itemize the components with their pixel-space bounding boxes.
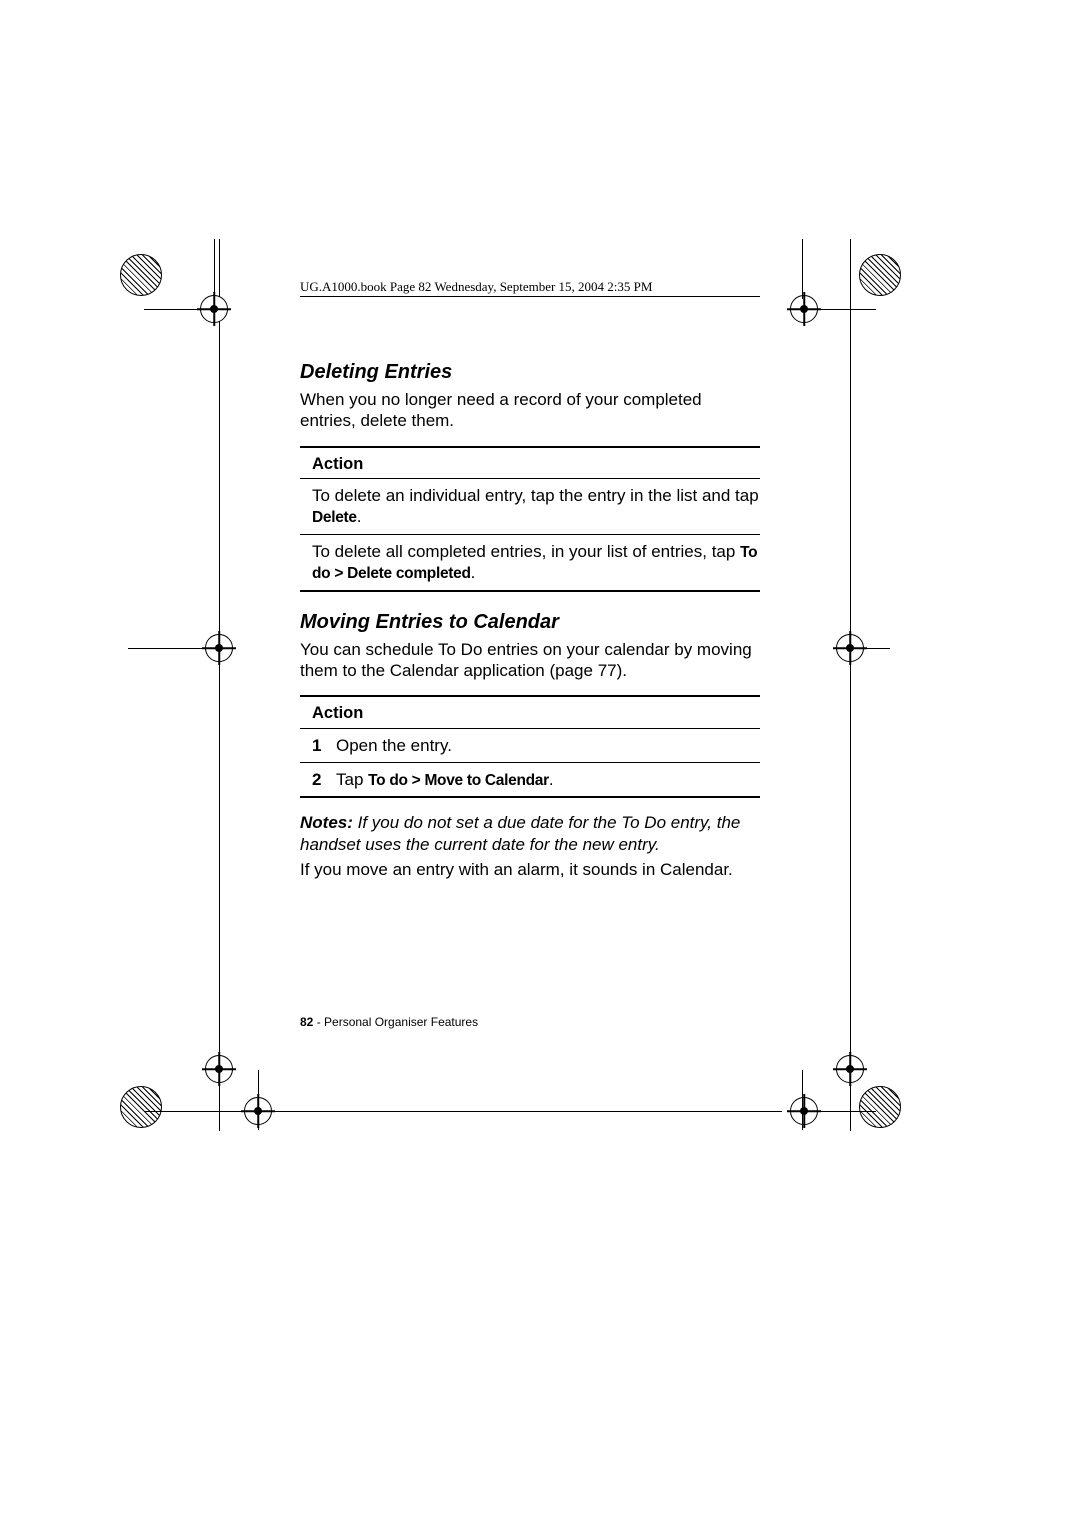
ui-move-to-calendar: Move to Calendar [424, 772, 548, 789]
action-table-2: Action 1Open the entry. 2Tap To do > Mov… [300, 695, 760, 798]
action-row-1b-text: To delete all completed entries, in your… [312, 542, 740, 561]
notes-label: Notes: [300, 813, 358, 832]
action-row-1b: To delete all completed entries, in your… [300, 534, 760, 592]
footer-sep: - [313, 1015, 324, 1029]
notes-body: If you do not set a due date for the To … [300, 813, 740, 853]
section2-intro: You can schedule To Do entries on your c… [300, 639, 760, 682]
section-title-moving: Moving Entries to Calendar [300, 610, 760, 635]
action-step-2: 2Tap To do > Move to Calendar. [300, 762, 760, 798]
notes-block: Notes: If you do not set a due date for … [300, 812, 760, 855]
section2-after: If you move an entry with an alarm, it s… [300, 859, 760, 880]
page-footer: 82 - Personal Organiser Features [300, 1015, 478, 1029]
step-2-pre: Tap [336, 770, 368, 789]
page-content: Deleting Entries When you no longer need… [300, 360, 760, 894]
ui-delete: Delete [312, 509, 357, 526]
crop-guide-v-right [850, 239, 851, 1131]
section1-intro: When you no longer need a record of your… [300, 389, 760, 432]
action-head-2: Action [312, 699, 760, 724]
step-num-1: 1 [312, 735, 336, 756]
action-head-1: Action [312, 450, 760, 475]
action-step-1: 1Open the entry. [300, 728, 760, 762]
footer-title: Personal Organiser Features [324, 1015, 478, 1029]
action-row-1a-text: To delete an individual entry, tap the e… [312, 486, 759, 505]
section-title-deleting: Deleting Entries [300, 360, 760, 385]
page-number: 82 [300, 1015, 313, 1029]
page-header-rule [300, 296, 760, 297]
action-row-1a: To delete an individual entry, tap the e… [300, 478, 760, 534]
ui-delete-completed: Delete completed [347, 565, 471, 582]
action-table-1: Action To delete an individual entry, ta… [300, 446, 760, 592]
ui-todo-2: To do [368, 772, 408, 789]
step-num-2: 2 [312, 769, 336, 790]
page-header-text: UG.A1000.book Page 82 Wednesday, Septemb… [300, 279, 652, 295]
crop-guide-v-left [219, 239, 220, 1131]
step-1-text: Open the entry. [336, 736, 452, 755]
